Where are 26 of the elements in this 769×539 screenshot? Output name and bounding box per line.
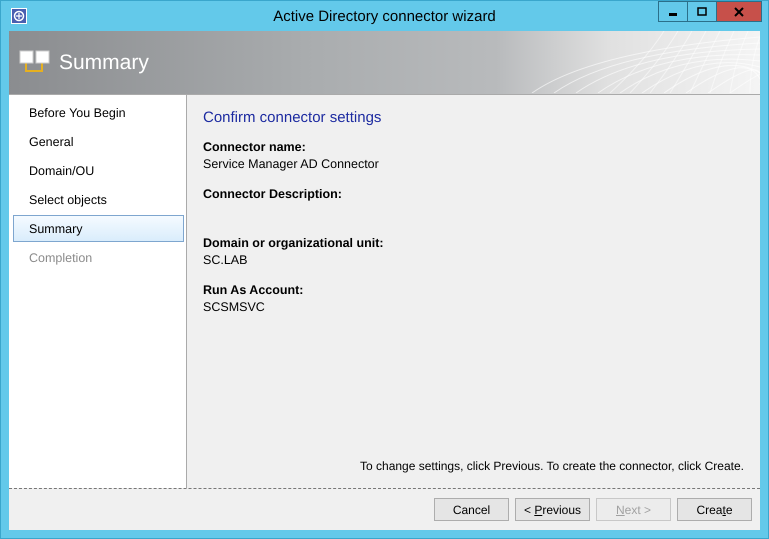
step-item[interactable]: Before You Begin <box>13 99 184 126</box>
instruction-text: To change settings, click Previous. To create the connector, click Create. <box>359 459 744 473</box>
section-heading: Confirm connector settings <box>203 109 382 126</box>
field-label: Run As Account: <box>203 282 304 299</box>
field-value: Service Manager AD Connector <box>203 156 380 173</box>
field-value: SCSMSVC <box>203 299 266 316</box>
step-item[interactable]: General <box>13 128 184 155</box>
wizard-button[interactable]: Cancel <box>434 498 509 521</box>
step-item[interactable]: Domain/OU <box>13 157 184 184</box>
step-item[interactable]: Summary <box>13 215 184 242</box>
step-item[interactable]: Select objects <box>13 186 184 213</box>
field-label: Connector Description: <box>203 186 343 203</box>
close-button[interactable] <box>716 1 762 22</box>
field-label: Connector name: <box>203 139 307 156</box>
maximize-icon <box>697 6 707 16</box>
minimize-button[interactable] <box>658 1 688 22</box>
wizard-button[interactable]: Create <box>677 498 752 521</box>
maximize-button[interactable] <box>687 1 717 22</box>
field-label: Domain or organizational unit: <box>203 235 385 252</box>
minimize-icon <box>669 13 677 16</box>
window-title: Active Directory connector wizard <box>273 8 496 24</box>
page-title: Summary <box>59 50 149 74</box>
wizard-button[interactable]: < Previous <box>515 498 590 521</box>
field-value: SC.LAB <box>203 252 248 269</box>
app-icon <box>11 8 27 24</box>
close-icon <box>734 6 744 16</box>
